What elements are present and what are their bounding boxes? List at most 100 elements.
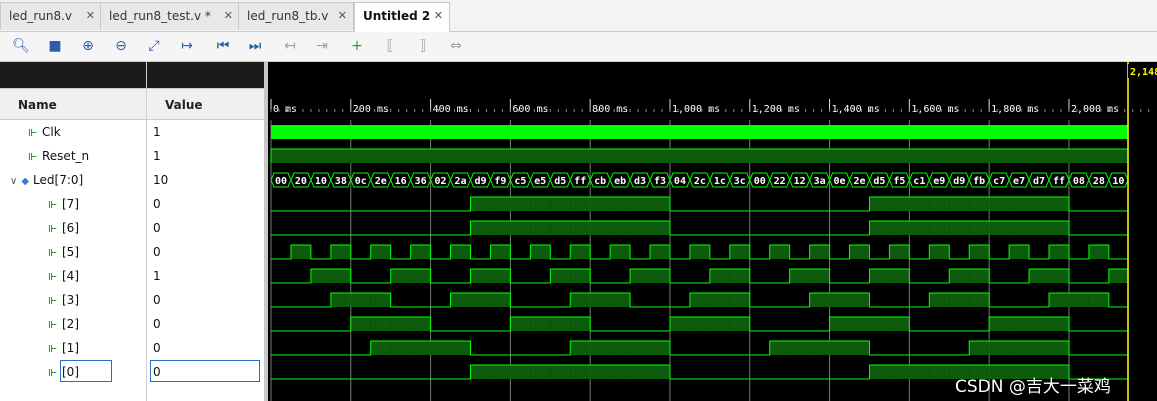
go-to-time-0-icon[interactable]: ⏮: [212, 35, 234, 57]
waveform-canvas[interactable]: 0 ms 200 ms 400 ms 600 ms 800 ms 1,000 ms 1,20…: [268, 62, 1157, 401]
bus-value-label: 08: [1073, 176, 1085, 187]
close-tab-icon[interactable]: ✕: [434, 9, 443, 22]
bit-high-fill: [470, 293, 491, 307]
tab-1[interactable]: led_run8_test.v * ✕: [100, 2, 240, 30]
bus-value-label: f5: [893, 176, 905, 187]
bit-high-fill: [909, 221, 930, 235]
tab-0[interactable]: led_run8.v ✕: [0, 2, 102, 30]
value-row[interactable]: 0: [147, 240, 264, 264]
value-row[interactable]: 10: [147, 168, 264, 192]
tab-3[interactable]: Untitled 2 ✕: [354, 2, 450, 32]
previous-marker-icon[interactable]: ⟦: [379, 35, 401, 57]
selected-name-box[interactable]: [60, 360, 112, 382]
signal-row[interactable]: ∨ ◆ Led[7:0]: [0, 168, 146, 192]
bit-high-fill: [869, 269, 890, 283]
bit-high-fill: [689, 317, 710, 331]
next-transition-icon[interactable]: ⇥: [311, 35, 333, 57]
bit-high-fill: [1049, 221, 1069, 235]
bit-high-fill: [410, 317, 431, 331]
swap-cursors-icon[interactable]: ⇔: [445, 35, 467, 57]
bit-high-fill: [350, 293, 371, 307]
add-marker-icon[interactable]: +: [346, 35, 368, 57]
signal-value: 0: [153, 245, 161, 259]
bit-high-fill: [1009, 221, 1030, 235]
signal-row[interactable]: ⊩ Reset_n: [0, 144, 146, 168]
bit-high-fill: [729, 317, 750, 331]
bit-high-fill: [570, 245, 591, 259]
bit-signal-icon: ⊩: [48, 295, 58, 307]
bus-value-label: e9: [933, 176, 945, 187]
bus-value-label: d9: [474, 176, 486, 187]
bit-high-fill: [410, 269, 431, 283]
value-column-header[interactable]: Value: [147, 88, 264, 120]
bit-high-fill: [430, 341, 451, 355]
name-column-header[interactable]: Name: [0, 88, 146, 120]
value-row[interactable]: 0: [147, 216, 264, 240]
go-to-last-time-icon[interactable]: ⏭: [244, 35, 266, 57]
close-tab-icon[interactable]: ✕: [86, 9, 95, 22]
bit-high-fill: [689, 245, 710, 259]
selected-value-box[interactable]: [150, 360, 260, 382]
value-row[interactable]: 0: [147, 312, 264, 336]
search-icon[interactable]: 🔍︎: [10, 35, 32, 57]
signal-value: 0: [153, 293, 161, 307]
bit-high-fill: [729, 269, 750, 283]
chevron-down-icon[interactable]: ∨: [10, 176, 17, 187]
bit-high-fill: [530, 221, 551, 235]
signal-row[interactable]: ⊩ [2]: [0, 312, 146, 336]
signal-row[interactable]: ⊩ [7]: [0, 192, 146, 216]
bit-high-fill: [809, 269, 830, 283]
value-row[interactable]: 0: [147, 336, 264, 360]
bit-high-fill: [390, 317, 411, 331]
bit-high-fill: [889, 221, 910, 235]
close-tab-icon[interactable]: ✕: [224, 9, 233, 22]
signal-row[interactable]: ⊩ Clk: [0, 120, 146, 144]
bit-high-fill: [969, 341, 990, 355]
bus-value-label: 2a: [454, 176, 466, 187]
bit-high-fill: [550, 221, 571, 235]
tab-2[interactable]: led_run8_tb.v ✕: [238, 2, 354, 30]
bit-high-fill: [470, 365, 491, 379]
bit-high-fill: [590, 365, 611, 379]
bus-value-label: d5: [554, 176, 566, 187]
value-row[interactable]: 1: [147, 120, 264, 144]
value-row[interactable]: 0: [147, 288, 264, 312]
previous-transition-icon[interactable]: ↤: [279, 35, 301, 57]
zoom-in-icon[interactable]: ⊕: [77, 35, 99, 57]
zoom-out-icon[interactable]: ⊖: [110, 35, 132, 57]
bit-high-fill: [370, 293, 391, 307]
bit-high-fill: [789, 341, 810, 355]
value-row[interactable]: 0: [147, 192, 264, 216]
bit-high-fill: [769, 341, 790, 355]
bit-high-fill: [849, 293, 870, 307]
signal-row[interactable]: ⊩ [6]: [0, 216, 146, 240]
bit-high-fill: [1049, 317, 1069, 331]
bus-value-label: cb: [594, 176, 606, 187]
save-icon[interactable]: ■: [44, 35, 66, 57]
value-row[interactable]: 1: [147, 264, 264, 288]
value-row[interactable]: 1: [147, 144, 264, 168]
bit-high-fill: [929, 365, 950, 379]
bit-high-fill: [929, 221, 950, 235]
next-marker-icon[interactable]: ⟧: [412, 35, 434, 57]
go-to-cursor-icon[interactable]: ↦: [176, 35, 198, 57]
close-tab-icon[interactable]: ✕: [338, 9, 347, 22]
timeline-label: 1,600 ms: [911, 104, 959, 115]
signal-value: 0: [153, 221, 161, 235]
bit-signal-icon: ⊩: [48, 199, 58, 211]
bit-high-fill: [470, 197, 491, 211]
signal-row[interactable]: ⊩ [4]: [0, 264, 146, 288]
zoom-fit-icon[interactable]: ⤢: [143, 35, 165, 57]
bit-high-fill: [689, 293, 710, 307]
timeline-label: 1,000 ms: [672, 104, 720, 115]
bit-high-fill: [530, 317, 551, 331]
signal-name: Reset_n: [42, 149, 90, 163]
bit-high-fill: [650, 269, 670, 283]
bit-high-fill: [969, 197, 990, 211]
signal-row[interactable]: ⊩ [3]: [0, 288, 146, 312]
bit-high-fill: [650, 245, 670, 259]
bit-high-fill: [1009, 245, 1030, 259]
signal-row[interactable]: ⊩ [1]: [0, 336, 146, 360]
bit-high-fill: [490, 197, 511, 211]
signal-row[interactable]: ⊩ [5]: [0, 240, 146, 264]
